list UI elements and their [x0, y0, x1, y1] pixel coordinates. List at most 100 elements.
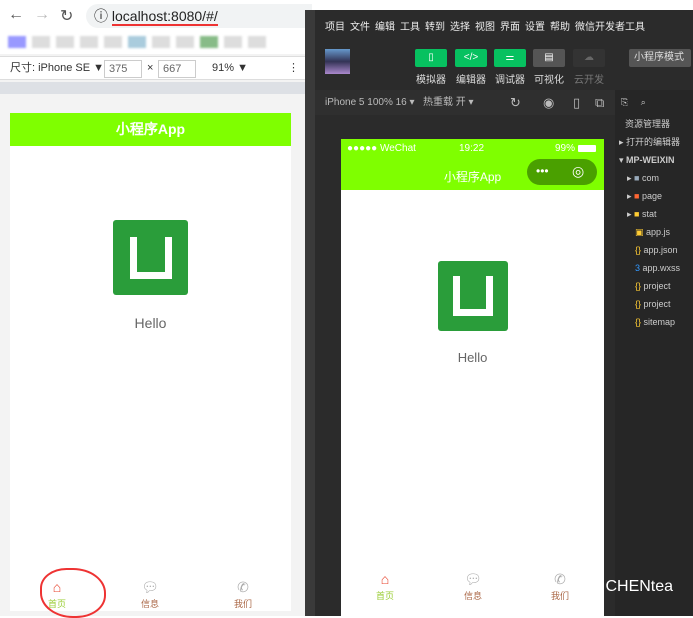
tab-label: 首页	[375, 591, 394, 601]
hello-text: Hello	[457, 350, 488, 365]
back-icon[interactable]: ←	[8, 6, 24, 24]
home-icon: ⌂	[380, 571, 390, 587]
menu-item[interactable]: 选择	[450, 22, 470, 33]
capsule-button[interactable]: ••• ◎	[527, 159, 597, 185]
device-toolbar: 尺寸: iPhone SE ▼ 375 × 667 91% ▼ ⋮	[0, 56, 305, 80]
app-page: 小程序App Hello ⌂ 首页 💬︎ 信息 ✆ 我们	[10, 113, 291, 618]
height-input[interactable]: 667	[158, 60, 196, 78]
chat-icon: 💬︎	[141, 579, 159, 595]
logo-icon	[438, 261, 508, 331]
file-label: app.js	[646, 227, 671, 237]
width-input[interactable]: 375	[104, 60, 142, 78]
avatar[interactable]	[325, 49, 350, 74]
reload-icon[interactable]: ↻	[60, 6, 73, 26]
cloud-button[interactable]: ☁	[573, 49, 605, 67]
device-select[interactable]: iPhone 5 100% 16 ▾	[325, 90, 415, 115]
menu-item[interactable]: 帮助	[550, 22, 570, 33]
tab-label: 我们	[550, 591, 569, 601]
phone-icon: ✆	[237, 579, 249, 595]
splitter[interactable]	[305, 10, 315, 616]
visual-button[interactable]: ▤	[533, 49, 565, 67]
file-item[interactable]: ▸ ■ com	[615, 169, 693, 187]
tool-label: 编辑器	[456, 75, 486, 86]
browser-window: ← → ↻ ⓘ localhost:8080/#/ 尺寸: iPhone SE …	[0, 0, 312, 618]
file-item[interactable]: ▸ ■ page	[615, 187, 693, 205]
mode-select[interactable]: 小程序模式	[629, 49, 691, 67]
refresh-icon[interactable]: ↻	[510, 90, 521, 115]
more-icon[interactable]: ⋮	[288, 57, 299, 79]
file-label: project	[643, 281, 671, 291]
file-item[interactable]: {} project	[615, 295, 693, 313]
watermark-text: CHENtea	[605, 578, 674, 595]
menu-item[interactable]: 文件	[350, 22, 370, 33]
file-item[interactable]: {} project	[615, 277, 693, 295]
tool-label: 可视化	[534, 75, 564, 86]
close-icon[interactable]: ◎	[572, 163, 584, 180]
file-label: page	[641, 191, 663, 201]
tab-label: 信息	[140, 599, 159, 609]
chat-icon: 💬︎	[464, 571, 482, 587]
tab-home[interactable]: ⌂ 首页	[355, 571, 415, 602]
forward-icon[interactable]: →	[34, 6, 50, 24]
info-icon: ⓘ	[94, 8, 112, 24]
menu-item[interactable]: 视图	[475, 22, 495, 33]
simulator-toolbar: iPhone 5 100% 16 ▾ 热重载 开 ▾ ↻ ◉ ▯ ⧉	[315, 90, 615, 115]
app-header-title: 小程序App	[10, 113, 291, 146]
file-item[interactable]: {} sitemap	[615, 313, 693, 331]
tab-info[interactable]: 💬︎ 信息	[120, 579, 180, 610]
menu-item[interactable]: 设置	[525, 22, 545, 33]
menu-item[interactable]: 转到	[425, 22, 445, 33]
address-bar[interactable]: ⓘ localhost:8080/#/	[86, 4, 312, 28]
logo-icon	[113, 220, 188, 295]
tab-about[interactable]: ✆ 我们	[530, 571, 590, 602]
hotreload-select[interactable]: 热重载 开 ▾	[423, 90, 474, 115]
menu-bar: 项目 文件 编辑 工具 转到 选择 视图 界面 设置 帮助 微信开发者工具	[325, 18, 650, 33]
time-text: 19:22	[459, 143, 485, 154]
menu-item[interactable]: 界面	[500, 22, 520, 33]
window-icon[interactable]: ⧉	[595, 90, 604, 115]
file-label: com	[641, 173, 659, 183]
menu-item[interactable]: 项目	[325, 22, 345, 33]
open-editors-label: 打开的编辑器	[626, 137, 681, 147]
file-item[interactable]: 3 app.wxss	[615, 259, 693, 277]
search-icon[interactable]: ⌕	[641, 97, 646, 107]
file-item[interactable]: ▣ app.js	[615, 223, 693, 241]
file-label: app.wxss	[642, 263, 681, 273]
battery-icon	[578, 145, 596, 152]
file-item[interactable]: ▸ ■ stat	[615, 205, 693, 223]
menu-item[interactable]: 微信开发者工具	[575, 22, 645, 33]
zoom-select[interactable]: 91% ▼	[212, 57, 248, 79]
file-label: app.json	[643, 245, 678, 255]
tab-label: 信息	[463, 591, 482, 601]
tab-label: 我们	[233, 599, 252, 609]
tool-label: 云开发	[574, 75, 604, 86]
project-root[interactable]: ▾ MP-WEIXIN	[615, 151, 693, 169]
wechat-devtools: 项目 文件 编辑 工具 转到 选择 视图 界面 设置 帮助 微信开发者工具 ▯ </> ⚌ ▤ ☁ …	[315, 10, 693, 617]
debugger-button[interactable]: ⚌	[494, 49, 526, 67]
phone-icon: ✆	[554, 571, 566, 587]
editor-button[interactable]: </>	[455, 49, 487, 67]
simulator-button[interactable]: ▯	[415, 49, 447, 67]
open-editors[interactable]: ▸ 打开的编辑器	[615, 133, 693, 151]
sim-header: ●●●●● WeChat 19:22 99% 小程序App ••• ◎	[341, 139, 604, 190]
device-select[interactable]: 尺寸: iPhone SE ▼	[10, 57, 104, 79]
copy-icon[interactable]: ⎘	[621, 97, 628, 107]
file-label: project	[643, 299, 671, 309]
times-sign: ×	[147, 62, 154, 74]
media-query-ruler	[0, 82, 305, 94]
file-label: sitemap	[643, 317, 676, 327]
more-icon[interactable]: •••	[536, 164, 549, 178]
tab-about[interactable]: ✆ 我们	[213, 579, 273, 610]
url-text: localhost:8080/#/	[111, 8, 218, 26]
menu-item[interactable]: 编辑	[375, 22, 395, 33]
battery-text: 99%	[555, 143, 576, 154]
simulator-screen: ●●●●● WeChat 19:22 99% 小程序App ••• ◎ Hell…	[341, 139, 604, 617]
tab-info[interactable]: 💬︎ 信息	[443, 571, 503, 602]
tool-label: 模拟器	[416, 75, 446, 86]
bookmarks-bar	[0, 30, 312, 54]
device-icon[interactable]: ▯	[573, 90, 580, 115]
stop-icon[interactable]: ◉	[543, 90, 554, 115]
file-item[interactable]: {} app.json	[615, 241, 693, 259]
browser-navbar: ← → ↻ ⓘ localhost:8080/#/	[0, 0, 312, 30]
menu-item[interactable]: 工具	[400, 22, 420, 33]
